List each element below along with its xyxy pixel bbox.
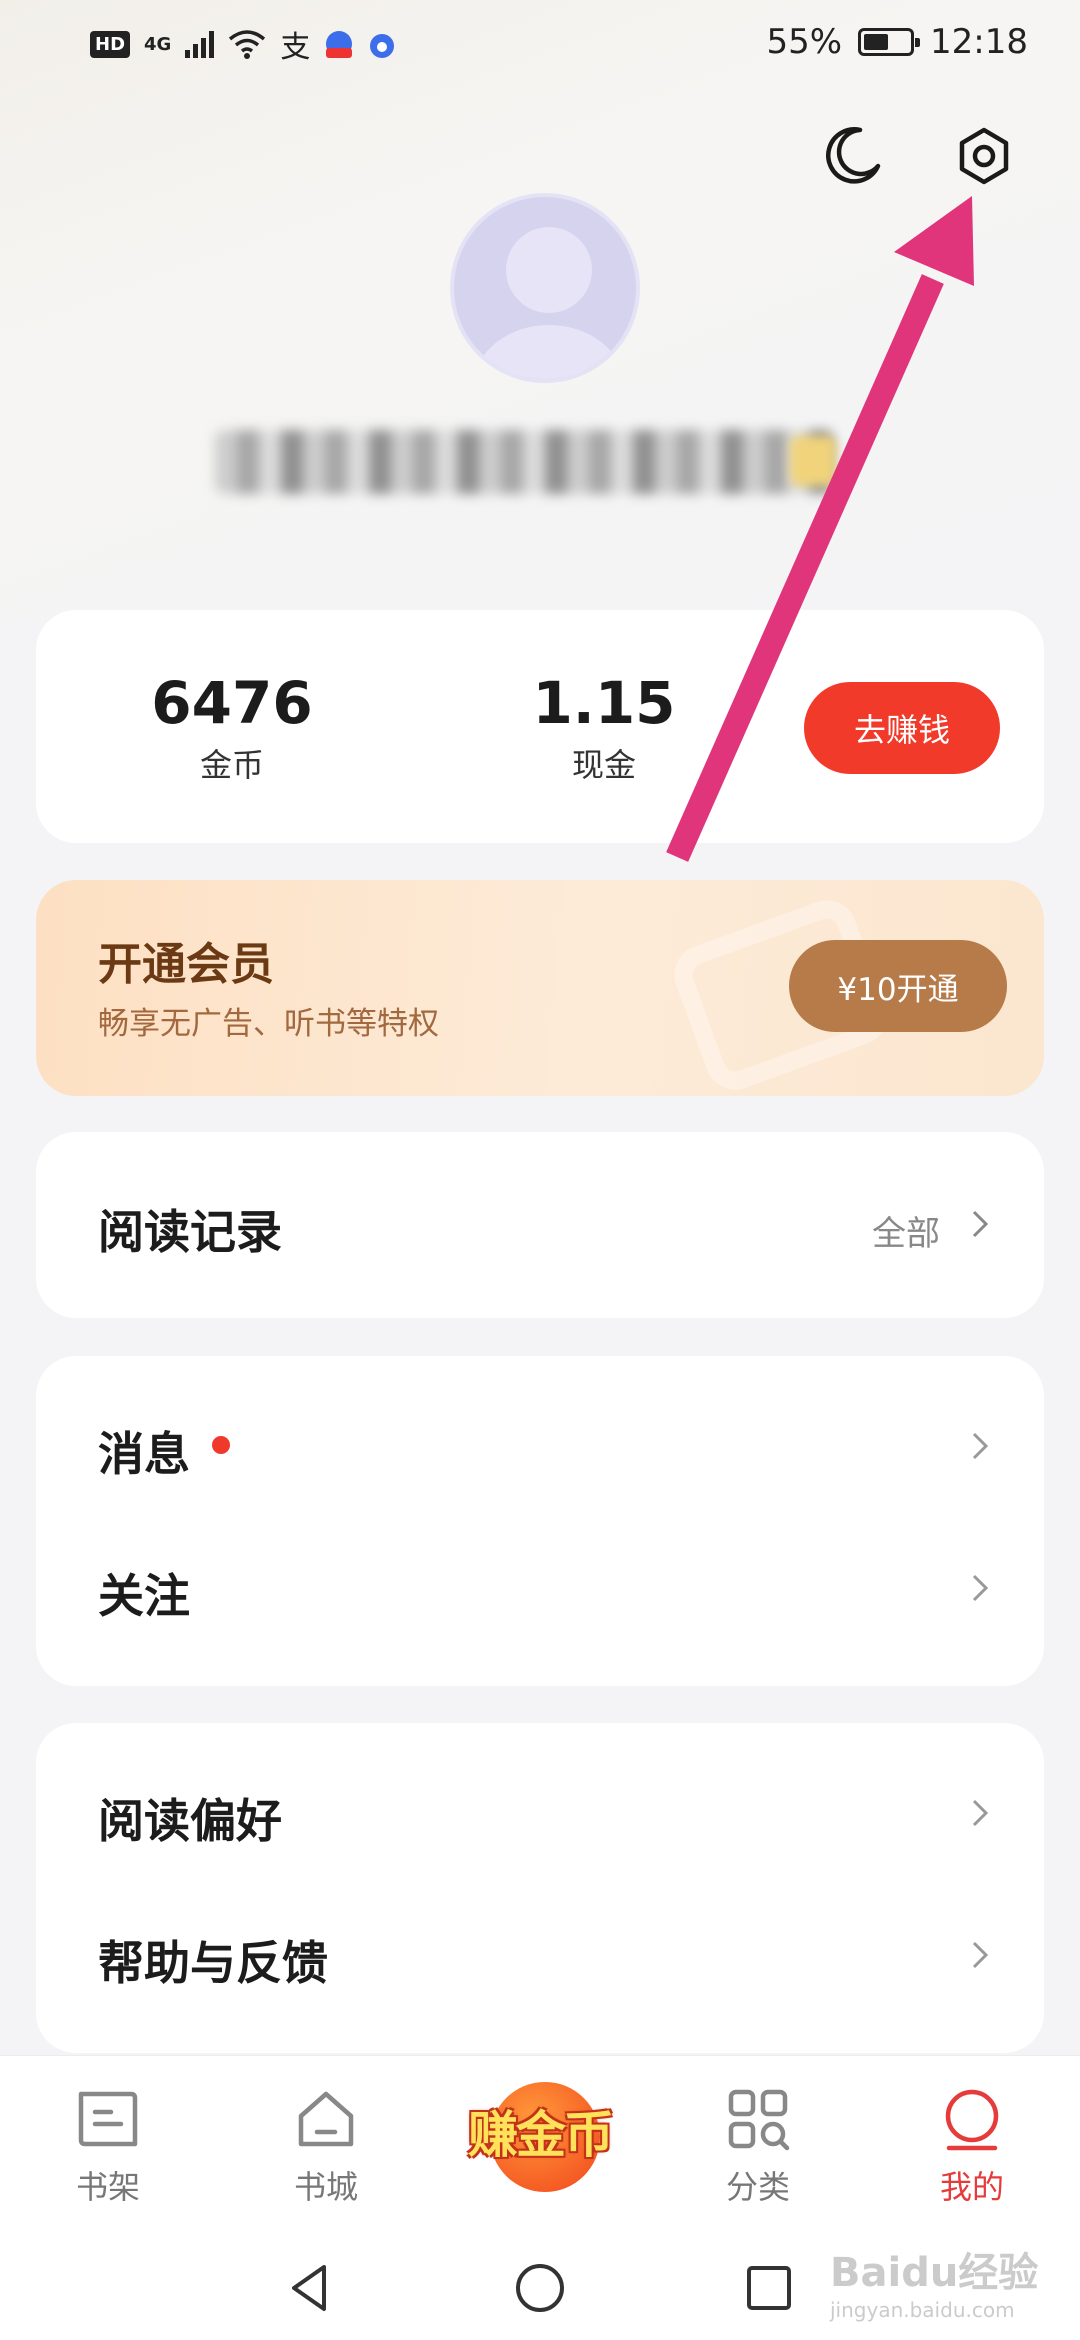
chevron-right-icon xyxy=(972,1432,989,1460)
status-left: HD 4G 支 xyxy=(90,22,396,66)
unread-dot xyxy=(212,1436,230,1454)
wallet-card: 6476 金币 1.15 现金 去赚钱 xyxy=(36,610,1044,843)
coins-stat[interactable]: 6476 金币 xyxy=(132,670,332,786)
tab-bookshelf[interactable]: 书架 xyxy=(38,2086,178,2208)
earn-money-button[interactable]: 去赚钱 xyxy=(804,682,1000,774)
menu-group-messages: 消息 关注 xyxy=(36,1356,1044,1686)
menu-item-help-feedback[interactable]: 帮助与反馈 xyxy=(36,1885,1044,2025)
following-label: 关注 xyxy=(98,1569,190,1623)
settings-button[interactable] xyxy=(944,116,1024,196)
reading-history-all-link[interactable]: 全部 xyxy=(872,1206,940,1255)
messages-label: 消息 xyxy=(98,1427,190,1481)
tab-label: 我的 xyxy=(939,2168,1004,2206)
home-circle-icon xyxy=(516,2264,564,2312)
vip-level-tag xyxy=(790,436,836,486)
tab-profile[interactable]: 我的 xyxy=(902,2086,1042,2208)
coins-value: 6476 xyxy=(151,669,313,737)
signal-icon xyxy=(185,30,215,58)
back-button[interactable] xyxy=(274,2253,344,2323)
reading-history-card[interactable]: 阅读记录 全部 xyxy=(36,1132,1044,1318)
watermark: Baidu经验 jingyan.baidu.com xyxy=(830,2240,1038,2322)
home-icon xyxy=(298,2091,354,2147)
username-blurred[interactable] xyxy=(215,430,835,494)
reading-history-row[interactable]: 阅读记录 全部 xyxy=(36,1154,1044,1294)
alipay-icon: 支 xyxy=(280,30,311,65)
clock: 12:18 xyxy=(930,22,1028,62)
profile-icon xyxy=(945,2089,999,2151)
hd-badge: HD xyxy=(90,30,131,58)
chevron-right-icon xyxy=(972,1210,989,1238)
reading-history-title: 阅读记录 xyxy=(98,1205,282,1259)
cash-label: 现金 xyxy=(571,746,636,784)
avatar-head-shape xyxy=(506,227,592,313)
earn-coins-label: 赚金币 xyxy=(468,2106,614,2164)
battery-percent: 55% xyxy=(766,22,843,62)
tab-label: 书架 xyxy=(75,2168,140,2206)
cash-stat[interactable]: 1.15 现金 xyxy=(504,670,704,786)
network-type: 4G xyxy=(144,33,172,55)
chevron-right-icon xyxy=(972,1574,989,1602)
home-nav-button[interactable] xyxy=(505,2253,575,2323)
bookshelf-icon xyxy=(78,2091,138,2147)
category-icon xyxy=(728,2089,790,2151)
vip-banner[interactable]: 开通会员 畅享无广告、听书等特权 ¥10开通 xyxy=(36,880,1044,1096)
battery-icon xyxy=(858,28,921,56)
menu-item-messages[interactable]: 消息 xyxy=(36,1376,1044,1516)
help-feedback-label: 帮助与反馈 xyxy=(98,1936,328,1990)
tab-category[interactable]: 分类 xyxy=(688,2086,828,2208)
watermark-url: jingyan.baidu.com xyxy=(830,2298,1015,2322)
watermark-brand: Baidu经验 xyxy=(830,2250,1039,2296)
tab-label: 分类 xyxy=(725,2168,790,2206)
tab-earn-coins[interactable]: 赚金币 xyxy=(448,2076,632,2192)
avatar[interactable] xyxy=(450,193,640,383)
menu-group-settings: 阅读偏好 帮助与反馈 xyxy=(36,1723,1044,2053)
vip-subtitle: 畅享无广告、听书等特权 xyxy=(98,1006,439,1042)
tab-label: 书城 xyxy=(293,2168,358,2206)
status-right: 55% 12:18 xyxy=(766,22,1028,62)
tab-bookstore[interactable]: 书城 xyxy=(256,2086,396,2208)
recents-square-icon xyxy=(747,2266,791,2310)
menu-item-reading-preference[interactable]: 阅读偏好 xyxy=(36,1743,1044,1883)
avatar-body-shape xyxy=(474,325,624,379)
gear-icon xyxy=(959,127,1009,185)
menu-item-following[interactable]: 关注 xyxy=(36,1518,1044,1658)
cash-value: 1.15 xyxy=(532,669,676,737)
vip-open-button[interactable]: ¥10开通 xyxy=(789,940,1007,1032)
bottom-tab-bar: 书架 书城 赚金币 分类 我的 xyxy=(0,2055,1080,2235)
wifi-icon xyxy=(229,30,266,59)
back-triangle-icon xyxy=(292,2265,326,2311)
chevron-right-icon xyxy=(972,1799,989,1827)
night-mode-button[interactable] xyxy=(812,116,892,196)
coins-label: 金币 xyxy=(199,746,264,784)
recents-button[interactable] xyxy=(734,2253,804,2323)
chevron-right-icon xyxy=(972,1941,989,1969)
baidu-app-icon xyxy=(326,31,353,58)
reading-preference-label: 阅读偏好 xyxy=(98,1794,282,1848)
status-bar: HD 4G 支 55% 12:18 xyxy=(0,0,1080,86)
vip-title: 开通会员 xyxy=(98,939,274,990)
moon-icon xyxy=(826,127,881,184)
baidu-paw-icon xyxy=(370,34,395,58)
battery-level xyxy=(864,34,889,50)
